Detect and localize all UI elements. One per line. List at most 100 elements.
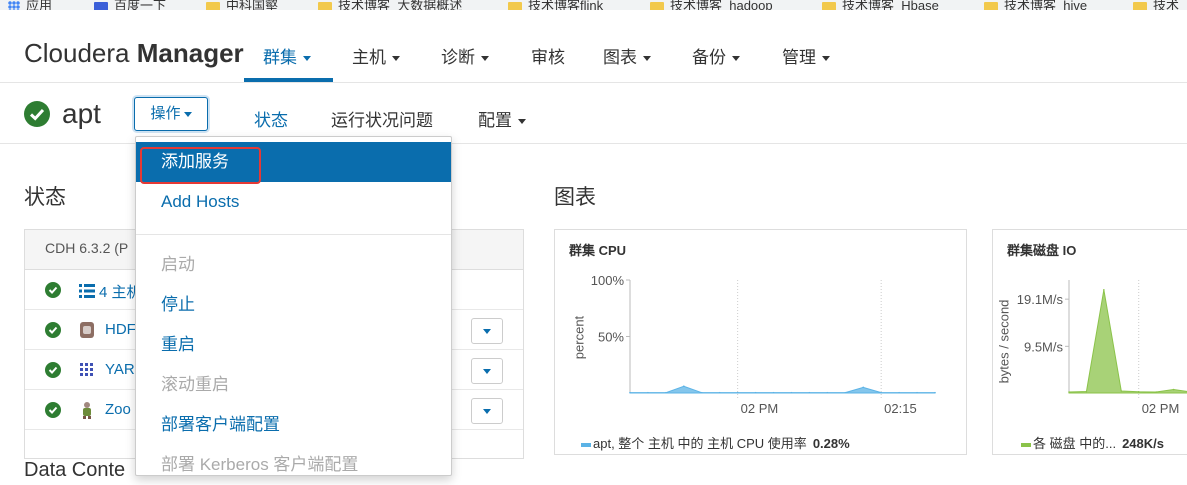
data-point — [683, 385, 685, 388]
chevron-down-icon — [483, 369, 491, 374]
check-circle-icon — [45, 362, 61, 378]
data-point — [898, 391, 900, 394]
chevron-down-icon — [183, 111, 192, 117]
x-tick-label: 02:15 — [884, 401, 917, 416]
tab-health-issues[interactable]: 运行状况问题 — [331, 106, 433, 131]
apps-grid-icon — [8, 0, 20, 10]
service-link-yarn[interactable]: YAR — [105, 361, 135, 378]
top-navbar: Cloudera Manager 群集 主机 诊断 审核 图表 备份 管理 — [0, 10, 1187, 83]
annotation-highlight-box — [140, 147, 261, 184]
hdfs-icon — [80, 322, 94, 338]
chart-legend: 各 磁盘 中的... 248K/s — [1021, 433, 1164, 452]
chevron-down-icon — [518, 119, 526, 125]
baidu-icon — [94, 1, 108, 10]
cpu-chart-plot: 100% 50% 02 PM 02:15 — [591, 273, 936, 416]
x-tick-label: 02 PM — [741, 401, 779, 416]
bookmark-folder[interactable]: 技术 — [1133, 0, 1179, 10]
nav-backup[interactable]: 备份 — [692, 43, 740, 68]
data-point — [1085, 390, 1088, 393]
nav-diagnostics[interactable]: 诊断 — [441, 43, 489, 68]
data-point — [1137, 390, 1140, 393]
service-actions-dropdown[interactable] — [471, 358, 503, 384]
chevron-down-icon — [732, 56, 740, 62]
folder-icon — [206, 1, 220, 10]
folder-icon — [984, 1, 998, 10]
actions-button[interactable]: 操作 — [134, 97, 208, 131]
data-point — [647, 391, 649, 394]
status-section-title: 状态 — [24, 186, 66, 209]
series-area — [1068, 289, 1187, 394]
data-point — [862, 386, 865, 389]
check-circle-icon — [45, 282, 61, 298]
nav-administration[interactable]: 管理 — [782, 43, 830, 68]
y-tick-label: 9.5M/s — [1024, 339, 1064, 354]
menu-divider — [136, 234, 451, 235]
nav-hosts[interactable]: 主机 — [352, 43, 400, 68]
brand-logo[interactable]: Cloudera Manager — [24, 38, 244, 69]
y-tick-label: 19.1M/s — [1017, 292, 1064, 307]
chart-legend: apt, 整个 主机 中的 主机 CPU 使用率 0.28% — [581, 433, 850, 452]
cluster-name: apt — [62, 98, 101, 129]
data-point — [1155, 391, 1157, 393]
nav-charts[interactable]: 图表 — [603, 43, 651, 68]
menu-item-restart[interactable]: 重启 — [136, 325, 451, 365]
folder-icon — [318, 1, 332, 10]
x-tick-label: 02 PM — [1142, 401, 1180, 416]
chevron-down-icon — [643, 56, 651, 62]
service-actions-dropdown[interactable] — [471, 398, 503, 424]
legend-swatch — [581, 442, 591, 447]
tab-status[interactable]: 状态 — [254, 106, 288, 131]
charts-section-title: 图表 — [554, 186, 596, 209]
disk-io-chart-card[interactable]: 群集磁盘 IO bytes / second 19.1M/s 9.5M/s 02 P… — [992, 229, 1187, 455]
menu-item-deploy-client-config[interactable]: 部署客户端配置 — [136, 405, 451, 445]
check-circle-icon — [45, 322, 61, 338]
bookmark-folder[interactable]: 中科国壑 — [206, 0, 278, 10]
check-circle-icon — [45, 402, 61, 418]
service-actions-dropdown[interactable] — [471, 318, 503, 344]
menu-item-rolling-restart: 滚动重启 — [161, 375, 229, 394]
actions-dropdown-menu: 添加服务 Add Hosts 启动 停止 重启 滚动重启 部署客户端配置 部署 … — [135, 136, 452, 476]
disk-chart-plot: 19.1M/s 9.5M/s 02 PM — [1017, 280, 1187, 416]
chevron-down-icon — [392, 56, 400, 62]
data-point — [1103, 289, 1105, 291]
data-point — [1172, 388, 1175, 391]
nav-clusters[interactable]: 群集 — [263, 43, 311, 68]
series-area — [629, 385, 936, 394]
bookmark-folder[interactable]: 技术博客_hive — [984, 0, 1087, 10]
bookmark-apps[interactable]: 应用 — [8, 0, 52, 10]
yarn-icon — [80, 363, 93, 376]
list-icon — [79, 284, 95, 298]
folder-icon — [650, 1, 664, 10]
bookmark-baidu[interactable]: 百度一下 — [94, 0, 166, 10]
tab-configuration[interactable]: 配置 — [478, 106, 526, 131]
legend-swatch — [1021, 442, 1031, 447]
data-point — [808, 391, 811, 394]
chevron-down-icon — [303, 56, 311, 62]
nav-audits[interactable]: 审核 — [531, 43, 565, 68]
active-nav-indicator — [244, 78, 333, 82]
folder-icon — [508, 1, 522, 10]
menu-item-deploy-kerberos-config: 部署 Kerberos 客户端配置 — [161, 455, 359, 474]
cpu-chart-card[interactable]: 群集 CPU percent 100% 50% 02 PM 02:15 apt, 整个… — [554, 229, 967, 455]
chevron-down-icon — [483, 329, 491, 334]
check-circle-icon — [24, 101, 50, 127]
data-point — [916, 391, 918, 394]
menu-item-start: 启动 — [161, 255, 195, 274]
y-tick-label: 50% — [598, 330, 624, 345]
bookmark-folder[interactable]: 技术博客_hadoop — [650, 0, 773, 10]
y-tick-label: 100% — [591, 273, 625, 288]
service-link-hdfs[interactable]: HDF — [105, 321, 136, 338]
data-point — [826, 391, 829, 394]
chevron-down-icon — [483, 409, 491, 414]
folder-icon — [1133, 1, 1147, 10]
bookmark-folder[interactable]: 技术博客_大数据概述 — [318, 0, 462, 10]
bookmarks-bar: 应用 百度一下 中科国壑 技术博客_大数据概述 技术博客flink 技术博客_h… — [0, 0, 1187, 10]
cluster-header: apt 操作 状态 运行状况问题 配置 — [0, 84, 1187, 144]
service-link-zookeeper[interactable]: Zoo — [105, 401, 131, 418]
bookmark-folder[interactable]: 技术博客_Hbase — [822, 0, 939, 10]
menu-item-stop[interactable]: 停止 — [136, 285, 451, 325]
menu-item-add-hosts[interactable]: Add Hosts — [136, 182, 451, 222]
bookmark-folder[interactable]: 技术博客flink — [508, 0, 603, 10]
chevron-down-icon — [822, 56, 830, 62]
data-point — [1120, 390, 1123, 392]
